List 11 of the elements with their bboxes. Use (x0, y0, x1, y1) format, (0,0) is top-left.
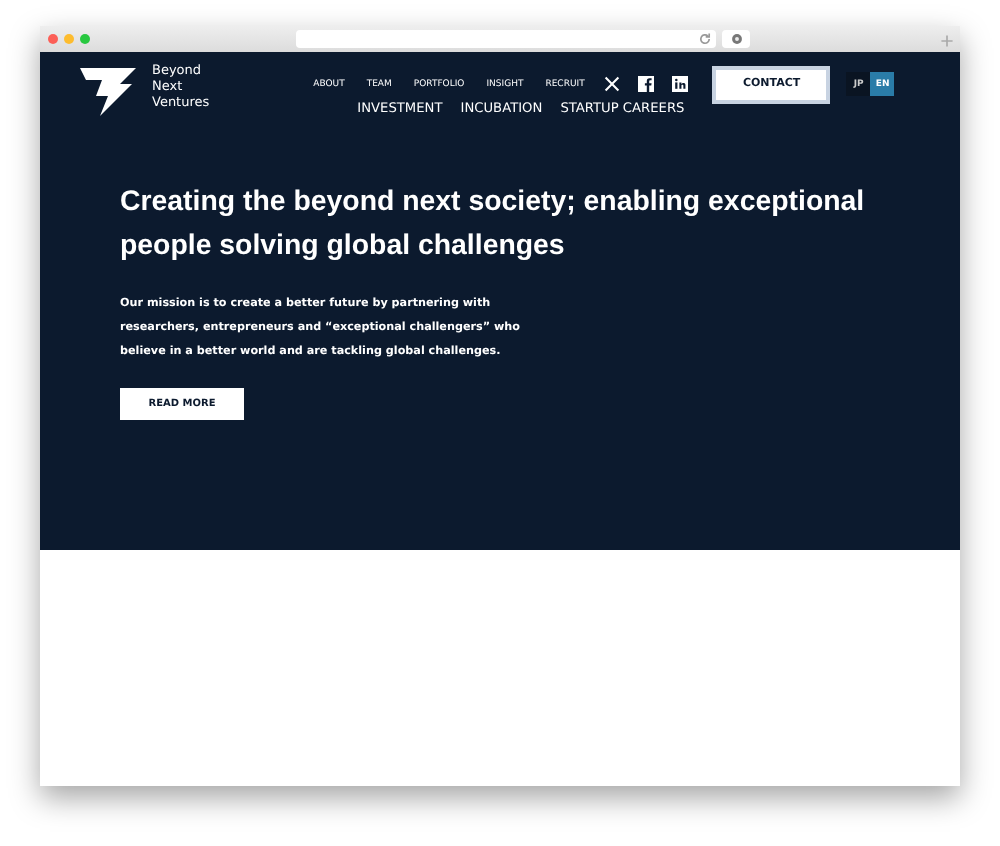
settings-button[interactable] (722, 30, 750, 48)
headline: Creating the beyond next society; enabling exceptional people solving global challenges (120, 184, 867, 266)
maximize-icon[interactable] (80, 34, 90, 44)
facebook-icon[interactable] (638, 76, 655, 92)
linkedin-icon[interactable] (672, 76, 689, 92)
close-icon[interactable] (48, 34, 58, 44)
logo-icon[interactable] (80, 68, 136, 116)
x-icon[interactable] (604, 76, 621, 92)
new-tab-icon[interactable] (940, 34, 954, 48)
gear-icon (729, 32, 743, 46)
reload-icon[interactable] (698, 32, 712, 46)
